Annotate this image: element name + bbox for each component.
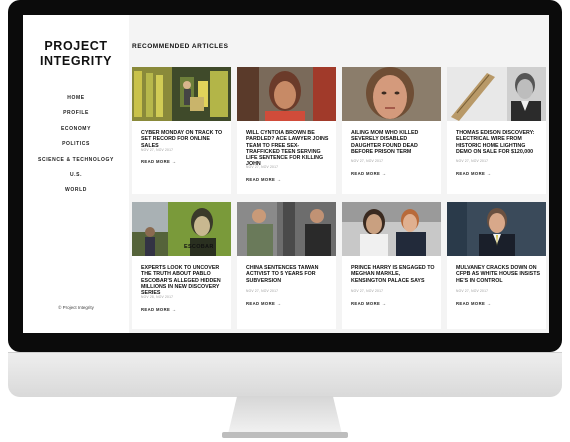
article-title[interactable]: MULVANEY CRACKS DOWN ON CFPB AS WHITE HO… bbox=[456, 265, 540, 284]
read-more-link[interactable]: READ MORE → bbox=[141, 159, 176, 164]
article-title[interactable]: WILL CYNTOIA BROWN BE PARDLED? ACE LAWYE… bbox=[246, 130, 330, 168]
article-date: NOV 27, NOV 2017 bbox=[141, 148, 174, 152]
nav-item-politics[interactable]: POLITICS bbox=[23, 141, 129, 156]
nav-item-profile[interactable]: PROFILE bbox=[23, 110, 129, 125]
article-image-china-court[interactable] bbox=[237, 202, 336, 256]
article-image-edison[interactable] bbox=[447, 67, 546, 121]
read-more-link[interactable]: READ MORE → bbox=[246, 301, 281, 306]
article-image-prince-harry[interactable] bbox=[342, 202, 441, 256]
article-title[interactable]: AILING MOM WHO KILLED SEVERELY DISABLED … bbox=[351, 130, 435, 155]
article-title[interactable]: THOMAS EDISON DISCOVERY: ELECTRICAL WIRE… bbox=[456, 130, 540, 155]
read-more-link[interactable]: READ MORE → bbox=[456, 171, 491, 176]
article-date: NOV 27, NOV 2017 bbox=[351, 159, 384, 163]
article-image-mulvaney[interactable] bbox=[447, 202, 546, 256]
article-title[interactable]: CYBER MONDAY ON TRACK TO SET RECORD FOR … bbox=[141, 130, 225, 149]
article-date: NOV 27, NOV 2017 bbox=[246, 165, 279, 169]
article-title[interactable]: CHINA SENTENCES TAIWAN ACTIVIST TO 5 YEA… bbox=[246, 265, 330, 284]
read-more-link[interactable]: READ MORE → bbox=[246, 177, 281, 182]
main-nav: HOME PROFILE ECONOMY POLITICS SCIENCE & … bbox=[23, 95, 129, 203]
article-card[interactable]: ESCOBAR EXPERTS LOOK TO UNCOVER THE TRUT… bbox=[132, 202, 231, 329]
article-date: NOV 28, NOV 2017 bbox=[141, 295, 174, 299]
article-title[interactable]: PRINCE HARRY IS ENGAGED TO MEGHAN MARKLE… bbox=[351, 265, 435, 284]
monitor-stand bbox=[228, 396, 342, 434]
article-date: NOV 27, NOV 2017 bbox=[351, 289, 384, 293]
article-date: NOV 27, NOV 2017 bbox=[456, 289, 489, 293]
article-date: NOV 27, NOV 2017 bbox=[246, 289, 279, 293]
screen: PROJECT INTEGRITY HOME PROFILE ECONOMY P… bbox=[23, 15, 549, 333]
main-content: RECOMMENDED ARTICLES CYBER MONDAY ON TRA… bbox=[129, 15, 549, 333]
article-card[interactable]: WILL CYNTOIA BROWN BE PARDLED? ACE LAWYE… bbox=[237, 67, 336, 194]
article-date: NOV 27, NOV 2017 bbox=[456, 159, 489, 163]
escobar-sign-text: ESCOBAR bbox=[184, 244, 214, 250]
read-more-link[interactable]: READ MORE → bbox=[456, 301, 491, 306]
article-card[interactable]: CHINA SENTENCES TAIWAN ACTIVIST TO 5 YEA… bbox=[237, 202, 336, 329]
nav-item-economy[interactable]: ECONOMY bbox=[23, 126, 129, 141]
article-title[interactable]: EXPERTS LOOK TO UNCOVER THE TRUTH ABOUT … bbox=[141, 265, 225, 296]
article-image-warehouse[interactable] bbox=[132, 67, 231, 121]
article-card[interactable]: MULVANEY CRACKS DOWN ON CFPB AS WHITE HO… bbox=[447, 202, 546, 329]
section-title: RECOMMENDED ARTICLES bbox=[132, 43, 229, 50]
read-more-link[interactable]: READ MORE → bbox=[351, 171, 386, 176]
nav-item-world[interactable]: WORLD bbox=[23, 187, 129, 202]
copyright-text: © Project Integrity bbox=[58, 305, 94, 310]
article-image-teen[interactable] bbox=[237, 67, 336, 121]
article-image-escobar[interactable]: ESCOBAR bbox=[132, 202, 231, 256]
sidebar: PROJECT INTEGRITY HOME PROFILE ECONOMY P… bbox=[23, 15, 129, 333]
article-card[interactable]: CYBER MONDAY ON TRACK TO SET RECORD FOR … bbox=[132, 67, 231, 194]
nav-item-home[interactable]: HOME bbox=[23, 95, 129, 110]
article-card[interactable]: PRINCE HARRY IS ENGAGED TO MEGHAN MARKLE… bbox=[342, 202, 441, 329]
article-image-mom[interactable] bbox=[342, 67, 441, 121]
read-more-link[interactable]: READ MORE → bbox=[141, 307, 176, 312]
article-card[interactable]: THOMAS EDISON DISCOVERY: ELECTRICAL WIRE… bbox=[447, 67, 546, 194]
monitor-chin bbox=[8, 352, 562, 397]
article-card[interactable]: AILING MOM WHO KILLED SEVERELY DISABLED … bbox=[342, 67, 441, 194]
site-logo-line2[interactable]: INTEGRITY bbox=[23, 54, 129, 69]
site-logo[interactable]: PROJECT bbox=[23, 39, 129, 54]
monitor-stand-base bbox=[222, 432, 348, 438]
nav-item-us[interactable]: U.S. bbox=[23, 172, 129, 187]
nav-item-science-technology[interactable]: SCIENCE & TECHNOLOGY bbox=[23, 157, 129, 172]
read-more-link[interactable]: READ MORE → bbox=[351, 301, 386, 306]
